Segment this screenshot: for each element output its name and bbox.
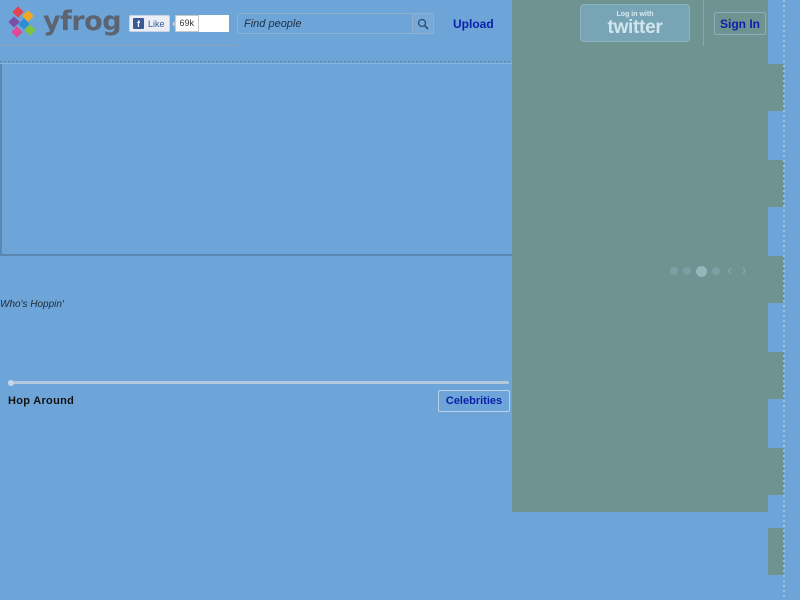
carousel-dot[interactable] [670,267,678,275]
people-search [237,13,434,34]
facebook-widget-padding [199,15,230,32]
facebook-like-label: Like [148,18,165,29]
carousel-dot[interactable] [712,267,720,275]
celebrities-button[interactable]: Celebrities [438,390,510,412]
twitter-brand-text: twitter [607,16,663,38]
upload-link[interactable]: Upload [453,17,494,31]
carousel-dot[interactable] [683,267,691,275]
right-edge-block [768,64,784,111]
right-edge-block [768,256,784,303]
whos-hoppin-label: Who's Hoppin' [0,299,64,310]
facebook-like-button[interactable]: f Like [129,15,170,32]
carousel-controls: ‹ › [670,263,749,279]
scroll-slider-handle[interactable] [8,380,14,386]
search-input[interactable] [237,13,412,34]
twitter-login-button[interactable]: Log in with twitter [580,4,690,42]
right-edge-divider [783,0,785,600]
right-overlay-panel [512,0,768,512]
facebook-icon: f [133,18,144,29]
right-edge-block [768,160,784,207]
chevron-left-icon[interactable]: ‹ [725,263,734,279]
right-edge-block [768,352,784,399]
facebook-like-count: 69k [171,15,200,32]
chevron-right-icon[interactable]: › [739,263,748,279]
yfrog-logo[interactable]: yfrog [8,5,122,39]
hero-top-border [0,61,512,62]
yfrog-diamond-logo-icon [8,6,36,38]
header-vertical-divider [703,0,704,46]
logo-text: yfrog [43,6,122,37]
right-edge-block [768,448,784,495]
header-divider [0,45,238,46]
hop-around-heading: Hop Around [8,395,75,407]
facebook-like-widget: f Like 69k [129,15,230,32]
featured-photo-panel[interactable] [0,63,512,256]
search-button[interactable] [412,13,434,34]
right-edge-block [768,528,784,575]
sign-in-button[interactable]: Sign In [714,12,766,35]
scroll-slider-track[interactable] [8,381,509,384]
search-icon [417,18,429,30]
carousel-dot-active[interactable] [696,265,707,277]
